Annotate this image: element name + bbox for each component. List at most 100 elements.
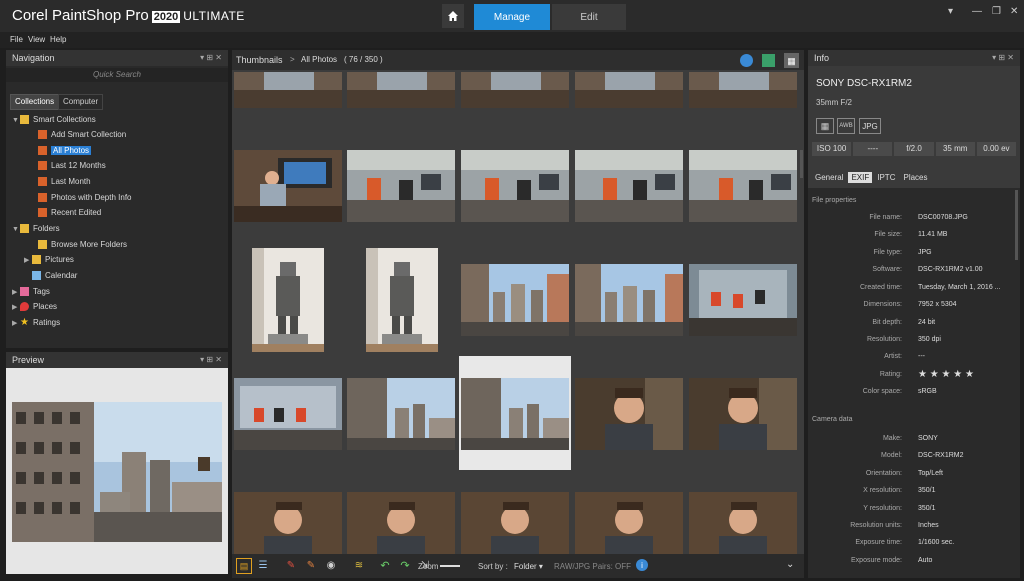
raw-jpg-pairs-toggle[interactable]: RAW/JPG Pairs: OFF [554, 562, 631, 571]
tree-browse-more-folders[interactable]: Browse More Folders [38, 237, 127, 252]
exposure-mode-row: Exposure mode: Auto [851, 557, 933, 564]
thumbnail[interactable] [689, 378, 797, 450]
tree-all-photos[interactable]: All Photos [38, 143, 92, 158]
panel-controls-icon[interactable]: ▾ ⊞ ✕ [992, 50, 1014, 66]
grid-view-icon[interactable]: ▦ [784, 53, 799, 68]
thumbnails-scrollbar[interactable] [800, 150, 803, 178]
thumbnail[interactable] [575, 264, 683, 336]
tree-pictures[interactable]: ▶ Pictures [24, 252, 74, 267]
tree-recent-edited[interactable]: Recent Edited [38, 205, 101, 220]
quick-search-input[interactable]: Quick Search [6, 68, 228, 82]
tag-icon [20, 287, 29, 297]
red-eye-icon[interactable]: ◉ [324, 558, 338, 572]
panel-controls-icon[interactable]: ▾ ⊞ ✕ [200, 50, 222, 66]
folder-icon [32, 255, 41, 265]
file-type-row: File type: JPG [873, 249, 932, 256]
brand-name: Corel PaintShop Pro [12, 7, 149, 24]
breadcrumb[interactable]: All Photos [301, 50, 337, 70]
rating-row[interactable]: Rating: ★ ★ ★ ★ ★ [808, 366, 1014, 383]
edit-brush-icon[interactable]: ✎ [284, 558, 298, 572]
minimize-icon[interactable]: — [972, 6, 982, 17]
filmstrip-icon[interactable]: ▤ [236, 558, 252, 574]
rating-stars: ★ ★ ★ ★ ★ [918, 369, 974, 380]
awb-badge: AWB [837, 118, 855, 134]
navigation-panel-header: Navigation ▾ ⊞ ✕ [6, 50, 228, 66]
thumbnail[interactable] [461, 72, 569, 108]
tree-tags[interactable]: ▶ Tags [12, 284, 50, 299]
thumbnail-selected[interactable] [461, 378, 569, 450]
thumbnail[interactable] [575, 378, 683, 450]
thumbnail[interactable] [689, 72, 797, 108]
menu-view[interactable]: View [28, 35, 45, 44]
tab-manage[interactable]: Manage [474, 4, 550, 30]
tree-last-month[interactable]: Last Month [38, 174, 91, 189]
thumbnails-panel: Thumbnails > All Photos ( 76 / 350 ) ▦ ▤… [232, 50, 804, 578]
thumbnail[interactable] [689, 264, 797, 336]
tree-calendar[interactable]: Calendar [24, 268, 77, 283]
tab-places[interactable]: Places [900, 172, 930, 183]
home-button[interactable] [442, 4, 464, 28]
smart-collection-icon [38, 193, 47, 203]
tree-folders[interactable]: ▼ Folders [12, 221, 60, 236]
panel-controls-icon[interactable]: ▾ ⊞ ✕ [200, 352, 222, 368]
thumbnail[interactable] [366, 248, 438, 352]
tab-general[interactable]: General [812, 172, 846, 183]
smart-collection-icon [38, 177, 47, 187]
batch-icon[interactable]: ≋ [352, 558, 366, 572]
tree-depth-info[interactable]: Photos with Depth Info [38, 190, 132, 205]
aperture-value: f/2.0 [894, 142, 934, 156]
thumbnail[interactable] [689, 492, 797, 554]
image-view-icon[interactable] [762, 54, 775, 67]
thumbnail[interactable] [234, 492, 342, 554]
adjust-icon[interactable]: ✎ [304, 558, 318, 572]
menu-help[interactable]: Help [50, 35, 66, 44]
tab-collections[interactable]: Collections [10, 94, 60, 110]
thumbnail[interactable] [461, 150, 569, 222]
pin-icon [20, 302, 29, 312]
details-view-icon[interactable]: ☰ [256, 558, 270, 572]
info-scrollbar[interactable] [1015, 190, 1018, 260]
tree-add-smart-collection[interactable]: Add Smart Collection [38, 127, 126, 142]
sort-dropdown[interactable]: Folder ▾ [514, 562, 543, 571]
tree-last-12-months[interactable]: Last 12 Months [38, 158, 106, 173]
thumbnail[interactable] [347, 72, 455, 108]
thumbnail[interactable] [575, 150, 683, 222]
info-icon[interactable]: i [636, 559, 648, 571]
tree-ratings[interactable]: ▶ ★ Ratings [12, 315, 60, 330]
thumbnail[interactable] [461, 264, 569, 336]
tab-iptc[interactable]: IPTC [874, 172, 898, 183]
preview-panel-header: Preview ▾ ⊞ ✕ [6, 352, 228, 368]
thumbnail[interactable] [252, 248, 324, 352]
thumbnail[interactable] [234, 72, 342, 108]
thumbnail[interactable] [575, 492, 683, 554]
help-icon[interactable]: ▾ [948, 6, 953, 17]
close-icon[interactable]: ✕ [1010, 6, 1018, 17]
edition-label: ULTIMATE [183, 9, 245, 23]
menu-file[interactable]: File [10, 35, 23, 44]
breadcrumb-separator: > [290, 55, 295, 64]
thumbnail[interactable] [234, 150, 342, 222]
thumbnail[interactable] [689, 150, 797, 222]
restore-icon[interactable]: ❐ [992, 6, 1001, 17]
navigation-title: Navigation [12, 53, 55, 63]
thumbnail[interactable] [461, 492, 569, 554]
tab-edit[interactable]: Edit [552, 4, 626, 30]
tab-exif[interactable]: EXIF [848, 172, 873, 183]
chevron-down-icon[interactable]: ⌄ [786, 559, 794, 570]
exposure-time-row: Exposure time: 1/1600 sec. [855, 539, 955, 546]
y-resolution-row: Y resolution: 350/1 [863, 505, 936, 512]
thumbnail[interactable] [234, 378, 342, 450]
tree-places[interactable]: ▶ Places [12, 299, 57, 314]
thumbnail[interactable] [347, 150, 455, 222]
globe-icon[interactable] [740, 54, 753, 67]
photo-count: ( 76 / 350 ) [344, 55, 383, 64]
thumbnail[interactable] [575, 72, 683, 108]
folder-icon [20, 224, 29, 234]
rotate-left-icon[interactable]: ↶ [378, 558, 392, 572]
thumbnail[interactable] [347, 492, 455, 554]
thumbnail[interactable] [347, 378, 455, 450]
zoom-slider[interactable] [440, 565, 460, 567]
rotate-right-icon[interactable]: ↷ [398, 558, 412, 572]
tree-smart-collections[interactable]: ▼ Smart Collections [12, 112, 96, 127]
tab-computer[interactable]: Computer [58, 94, 104, 110]
